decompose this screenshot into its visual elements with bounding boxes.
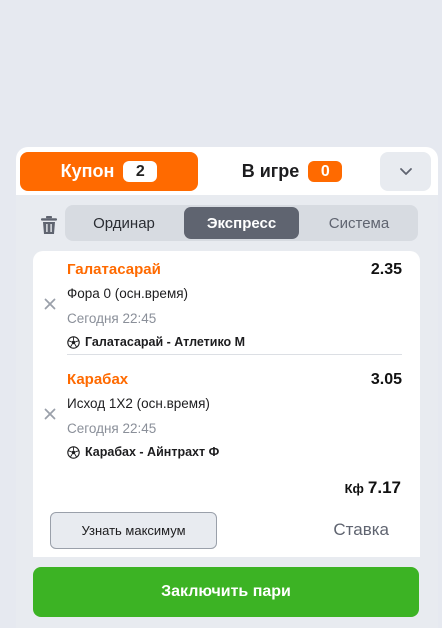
bet-item: Галатасарай 2.35 Фора 0 (осн.время) Сего… [33,256,420,364]
soccer-ball-icon [67,445,80,459]
bet-type-system[interactable]: Система [302,207,416,239]
total-odds-value: 7.17 [367,478,401,497]
bet-market: Фора 0 (осн.время) [67,286,189,301]
bet-type-single[interactable]: Ординар [67,207,181,239]
bet-time: Сегодня 22:45 [67,311,157,326]
bet-match: Галатасарай - Атлетико М [67,335,245,349]
bet-team: Галатасарай [67,261,161,278]
close-icon[interactable] [44,408,56,420]
in-game-count-badge: 0 [308,161,343,182]
bet-team: Карабах [67,371,129,388]
bet-market: Исход 1Х2 (осн.время) [67,396,210,411]
bet-time: Сегодня 22:45 [67,421,157,436]
bet-match-label: Карабах - Айнтрахт Ф [85,445,220,459]
bet-summary: Кф 7.17 Узнать максимум [33,470,420,560]
coupon-count-badge: 2 [123,161,158,182]
bet-match: Карабах - Айнтрахт Ф [67,445,219,459]
bet-type-express[interactable]: Экспресс [184,207,299,239]
max-stake-button[interactable]: Узнать максимум [50,512,217,549]
trash-icon[interactable] [40,215,58,235]
coupon-body: Ординар Экспресс Система Галатасарай 2.3… [16,195,438,628]
place-bet-button[interactable]: Заключить пари [33,567,419,617]
bet-item: Карабах 3.05 Исход 1Х2 (осн.время) Сегод… [33,366,420,474]
tab-coupon[interactable]: Купон 2 [20,152,198,191]
coupon-tabs: Купон 2 В игре 0 [16,147,438,195]
close-icon[interactable] [44,298,56,310]
collapse-button[interactable] [380,152,431,191]
tab-in-game-label: В игре [241,161,300,181]
chevron-down-icon [399,168,412,175]
stake-input[interactable] [234,511,402,549]
bet-odd: 3.05 [370,371,402,388]
bet-match-label: Галатасарай - Атлетико М [85,335,246,349]
total-odds-label: Кф [344,481,364,496]
bet-type-switch: Ординар Экспресс Система [65,205,418,241]
total-odds: Кф 7.17 [345,478,401,498]
bet-divider [67,354,402,355]
tab-coupon-label: Купон [60,161,115,181]
bet-odd: 2.35 [370,261,402,278]
soccer-ball-icon [67,335,80,349]
coupon-panel: Купон 2 В игре 0 Ординар Экспресс Систем… [16,147,438,628]
tab-in-game[interactable]: В игре 0 [202,152,382,191]
